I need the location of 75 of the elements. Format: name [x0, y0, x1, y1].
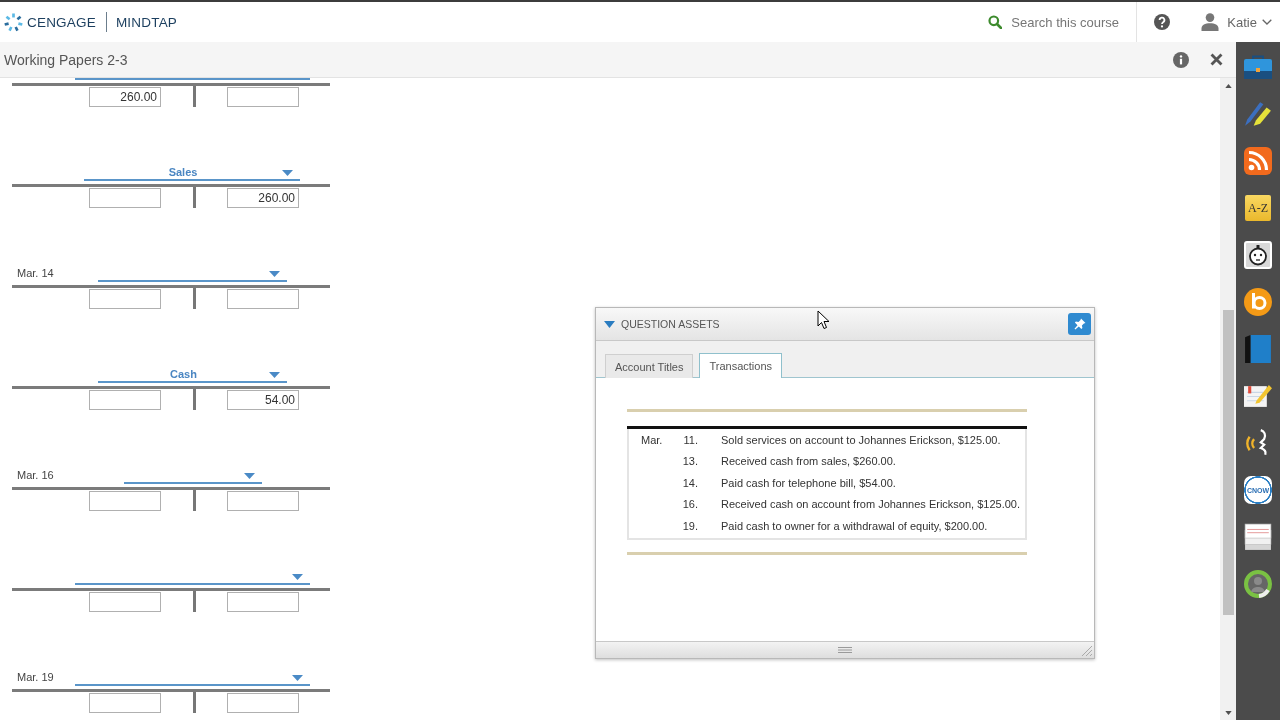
dock-button[interactable] — [1244, 288, 1272, 316]
entry-date: Mar. 19 — [17, 670, 54, 683]
transaction-day: 13. — [682, 455, 698, 468]
credit-field[interactable] — [227, 491, 299, 511]
transaction-day: 16. — [682, 498, 698, 511]
drag-grip-icon[interactable] — [838, 647, 852, 653]
credit-field[interactable]: 54.00 — [227, 390, 299, 410]
info-icon[interactable] — [1173, 51, 1189, 68]
scrollbar-thumb[interactable] — [1222, 310, 1234, 615]
transaction-text: Received cash from sales, $260.00. — [721, 455, 897, 468]
caret-icon — [292, 574, 303, 580]
page-title: Working Papers 2-3 — [4, 51, 128, 68]
tab[interactable]: Account Titles — [605, 354, 694, 378]
transaction-day: 14. — [682, 476, 698, 489]
account-dropdown[interactable]: Cash — [98, 364, 287, 383]
panel-title: QUESTION ASSETS — [621, 318, 720, 330]
debit-field[interactable] — [89, 592, 161, 612]
scroll-down-icon[interactable] — [1224, 711, 1232, 715]
credit-field[interactable]: 260.00 — [227, 188, 299, 208]
credit-field[interactable] — [227, 87, 299, 107]
scroll-up-icon[interactable] — [1224, 84, 1232, 88]
resize-handle-icon[interactable] — [1082, 646, 1092, 656]
pinwheel-logo-icon — [4, 12, 23, 32]
entry-date: Mar. 14 — [17, 266, 54, 279]
circle-logo-icon — [1244, 288, 1272, 316]
pin-button[interactable] — [1068, 313, 1091, 335]
pin-icon — [1073, 318, 1086, 330]
transaction-text: Paid cash to owner for a withdrawal of equity, $200.00. — [721, 519, 989, 532]
tile-button[interactable]: A-Z — [1245, 195, 1271, 221]
dock-button[interactable] — [1244, 100, 1272, 128]
account-dropdown[interactable]: Sales — [84, 162, 300, 181]
debit-field[interactable] — [89, 289, 161, 309]
collapse-caret-icon[interactable] — [604, 320, 615, 328]
avatar-ring-icon — [1244, 570, 1272, 598]
caret-icon — [269, 372, 280, 378]
search-icon[interactable] — [988, 15, 1003, 29]
scrollbar[interactable] — [1220, 78, 1236, 720]
person-icon — [1201, 13, 1220, 31]
caret-icon — [269, 271, 280, 277]
entry-date: Mar. 16 — [17, 468, 54, 481]
book-icon — [1244, 335, 1272, 363]
pencil-highlighter-icon — [1244, 100, 1272, 128]
transaction-text: Sold services on account to Johannes Erickson, $125.00. — [721, 433, 1002, 446]
dock-button[interactable] — [1244, 523, 1272, 551]
transaction-month: Mar. — [641, 433, 664, 446]
index-cards-icon — [1244, 523, 1272, 551]
stopwatch-icon — [1244, 241, 1272, 269]
debit-field[interactable] — [89, 188, 161, 208]
chevron-down-icon — [1262, 19, 1272, 25]
user-menu[interactable]: Katie — [1201, 13, 1280, 31]
caret-icon — [244, 473, 255, 479]
caret-icon — [292, 675, 303, 681]
debit-field[interactable] — [89, 491, 161, 511]
dock-button[interactable] — [1244, 147, 1272, 175]
caret-icon — [282, 170, 293, 176]
briefcase-icon — [1244, 53, 1272, 81]
mouse-pointer-icon — [817, 310, 830, 330]
transaction-day: 19. — [682, 519, 698, 532]
rss-icon — [1244, 147, 1272, 175]
credit-field[interactable] — [227, 289, 299, 309]
brand-name: CENGAGE — [27, 14, 96, 30]
credit-field[interactable] — [227, 693, 299, 713]
product-name: MINDTAP — [115, 14, 178, 30]
search-field[interactable]: Search this course — [1011, 14, 1130, 30]
debit-field[interactable] — [89, 390, 161, 410]
debit-field[interactable] — [89, 693, 161, 713]
dock-button[interactable] — [1244, 570, 1272, 598]
tab[interactable]: Transactions — [699, 353, 783, 378]
credit-field[interactable] — [227, 592, 299, 612]
transaction-text: Paid cash for telephone bill, $54.00. — [721, 476, 897, 489]
help-icon[interactable] — [1154, 14, 1171, 30]
debit-field[interactable]: 260.00 — [89, 87, 161, 107]
transaction-text: Received cash on account from Johannes Erickson, $125.00. — [721, 498, 1021, 511]
close-icon[interactable] — [1210, 53, 1223, 66]
transaction-day: 11. — [683, 433, 698, 446]
